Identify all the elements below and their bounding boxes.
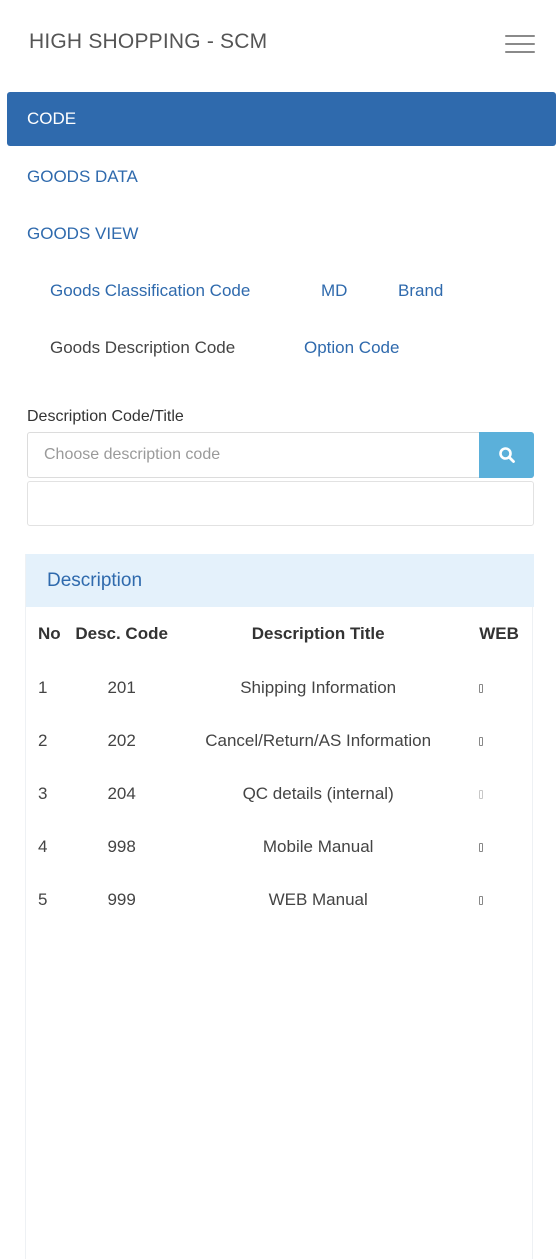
row-no: 4 bbox=[38, 836, 48, 856]
menu-bar-line bbox=[505, 35, 535, 37]
subnav-goods-classification-code[interactable]: Goods Classification Code bbox=[50, 281, 250, 301]
subnav-goods-description-code[interactable]: Goods Description Code bbox=[50, 338, 235, 358]
web-preview-icon[interactable] bbox=[479, 683, 484, 693]
row-desc-code: 998 bbox=[107, 836, 136, 856]
row-desc-code: 202 bbox=[107, 730, 136, 750]
subnav-md[interactable]: MD bbox=[321, 281, 347, 301]
nav-item-goods-view[interactable]: GOODS VIEW bbox=[27, 224, 138, 244]
row-no: 3 bbox=[38, 783, 48, 803]
row-no: 1 bbox=[38, 677, 48, 697]
menu-bar-line bbox=[505, 43, 535, 45]
subnav-brand[interactable]: Brand bbox=[398, 281, 443, 301]
table-row[interactable]: 2 202 Cancel/Return/AS Information bbox=[26, 714, 533, 767]
hamburger-menu-icon[interactable] bbox=[496, 22, 544, 66]
search-button[interactable] bbox=[479, 432, 534, 478]
description-table-scroll[interactable]: No Desc. Code Description Title WEB 1 20… bbox=[26, 607, 533, 987]
row-description-title[interactable]: Mobile Manual bbox=[171, 820, 465, 873]
nav-item-goods-data[interactable]: GOODS DATA bbox=[27, 167, 138, 187]
row-desc-code: 999 bbox=[107, 889, 136, 909]
table-row[interactable]: 4 998 Mobile Manual bbox=[26, 820, 533, 873]
table-header-row: No Desc. Code Description Title WEB bbox=[26, 607, 533, 661]
selected-description-display[interactable] bbox=[27, 481, 534, 526]
nav-item-code[interactable]: CODE bbox=[7, 92, 556, 146]
search-icon bbox=[498, 447, 515, 463]
web-preview-icon[interactable] bbox=[479, 789, 484, 799]
row-web-cell[interactable] bbox=[465, 820, 533, 873]
row-description-title[interactable]: Cancel/Return/AS Information bbox=[171, 714, 465, 767]
web-preview-icon[interactable] bbox=[479, 895, 484, 905]
web-preview-icon[interactable] bbox=[479, 736, 484, 746]
panel-heading: Description bbox=[26, 554, 534, 607]
column-header-description-title: Description Title bbox=[251, 624, 385, 643]
table-row[interactable]: 1 201 Shipping Information bbox=[26, 661, 533, 714]
description-panel: Description No Desc. Code Description Ti… bbox=[25, 554, 534, 1259]
description-code-label: Description Code/Title bbox=[27, 408, 184, 425]
row-web-cell[interactable] bbox=[465, 767, 533, 820]
search-input-group bbox=[27, 432, 534, 478]
row-no: 5 bbox=[38, 889, 48, 909]
column-header-web: WEB bbox=[479, 624, 519, 643]
column-header-desc-code: Desc. Code bbox=[75, 624, 168, 643]
row-web-cell[interactable] bbox=[465, 714, 533, 767]
description-table: No Desc. Code Description Title WEB 1 20… bbox=[26, 607, 533, 926]
description-code-search-input[interactable] bbox=[28, 433, 480, 477]
row-description-title[interactable]: Shipping Information bbox=[171, 661, 465, 714]
app-header: HIGH SHOPPING - SCM bbox=[0, 0, 558, 88]
table-row[interactable]: 5 999 WEB Manual bbox=[26, 873, 533, 926]
column-header-no: No bbox=[38, 624, 61, 643]
table-row[interactable]: 3 204 QC details (internal) bbox=[26, 767, 533, 820]
subnav-option-code[interactable]: Option Code bbox=[304, 338, 399, 358]
menu-bar-line bbox=[505, 51, 535, 53]
row-desc-code: 204 bbox=[107, 783, 136, 803]
row-description-title[interactable]: QC details (internal) bbox=[171, 767, 465, 820]
row-desc-code: 201 bbox=[107, 677, 136, 697]
app-title[interactable]: HIGH SHOPPING - SCM bbox=[29, 30, 267, 54]
web-preview-icon[interactable] bbox=[479, 842, 484, 852]
row-no: 2 bbox=[38, 730, 48, 750]
row-description-title[interactable]: WEB Manual bbox=[171, 873, 465, 926]
row-web-cell[interactable] bbox=[465, 661, 533, 714]
row-web-cell[interactable] bbox=[465, 873, 533, 926]
